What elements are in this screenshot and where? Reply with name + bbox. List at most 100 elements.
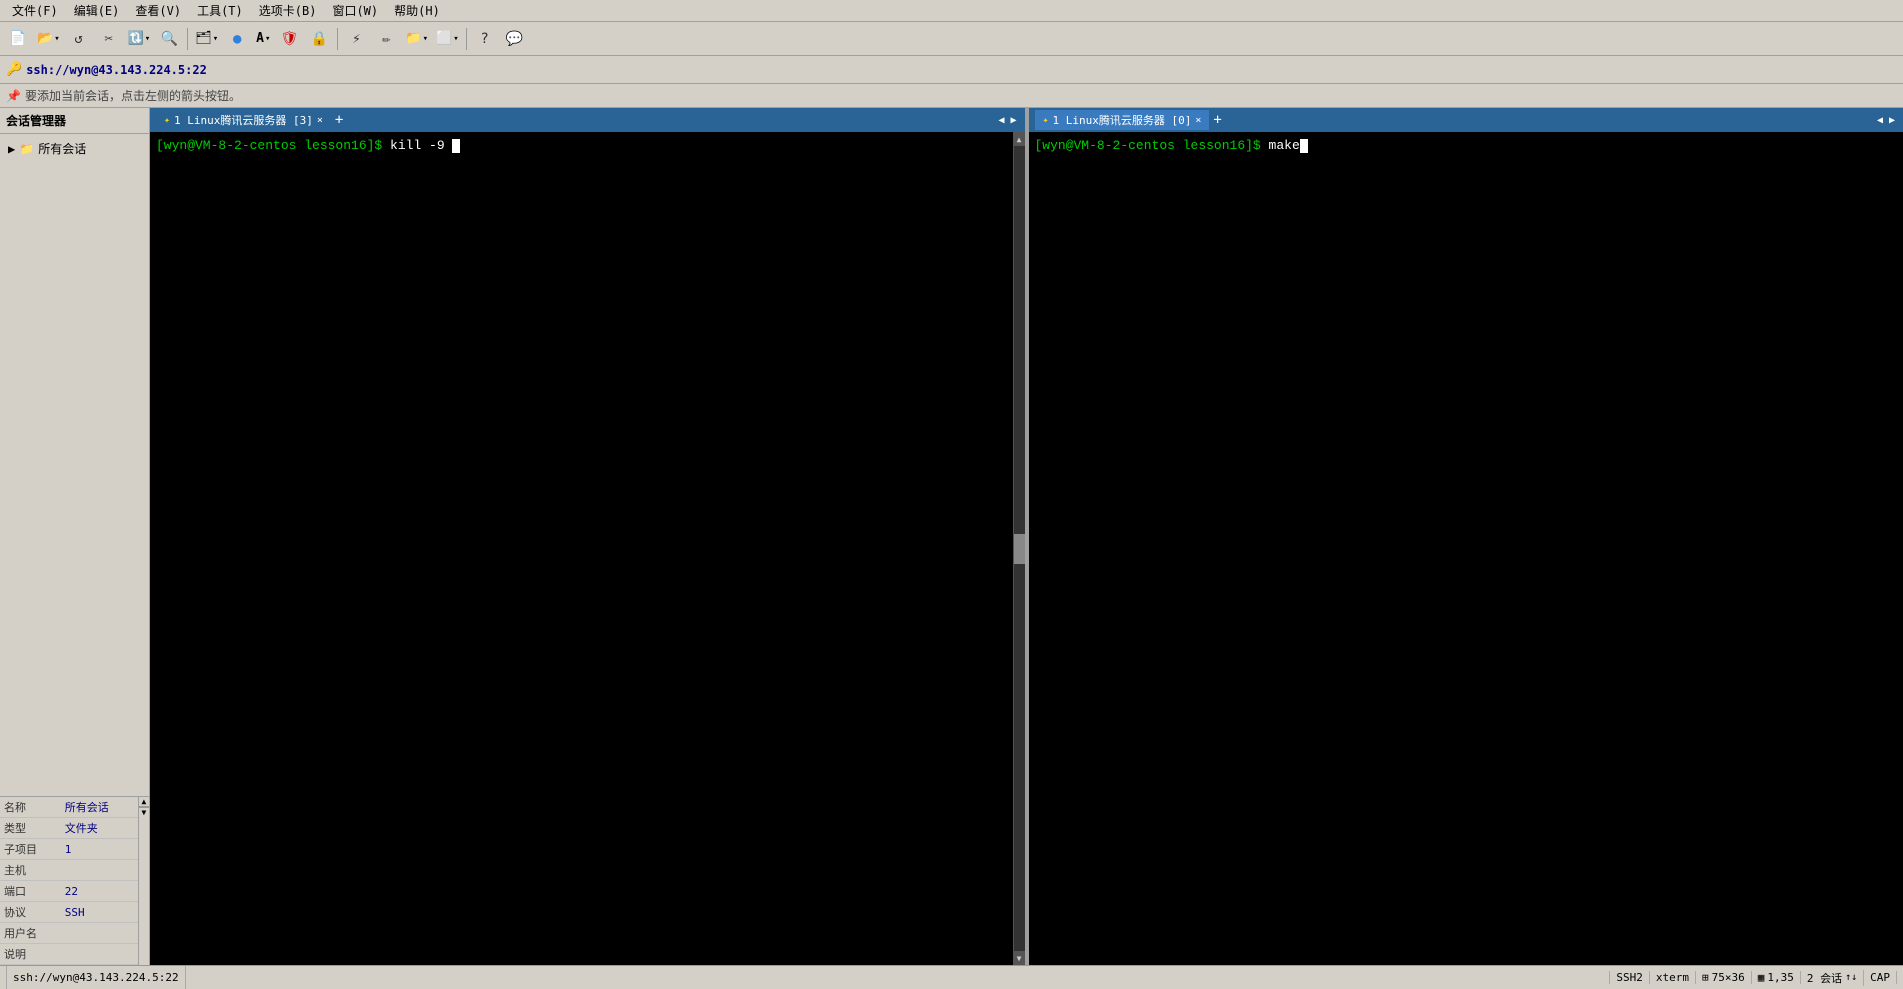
status-cursor-icon: ▦ (1758, 971, 1765, 984)
info-row-host: 主机 (0, 860, 138, 881)
pane-tab-right-next[interactable]: ▶ (1887, 115, 1897, 126)
menu-window[interactable]: 窗口(W) (324, 0, 386, 21)
find-button[interactable]: 🔍 (155, 26, 183, 52)
info-val-desc (61, 944, 138, 965)
pane-tab-left-next[interactable]: ▶ (1008, 115, 1018, 126)
scroll-down-left[interactable]: ▼ (1014, 951, 1025, 965)
help-button[interactable]: ? (471, 26, 499, 52)
macro-button[interactable]: ⚡ (342, 26, 370, 52)
term-command-left: kill -9 (390, 138, 452, 153)
pane-tab-right-label: 1 Linux腾讯云服务器 [0] (1053, 112, 1192, 128)
menu-help[interactable]: 帮助(H) (386, 0, 448, 21)
scroll-up-left[interactable]: ▲ (1014, 132, 1025, 146)
chat-button[interactable]: 💬 (501, 26, 529, 52)
statusbar: ssh://wyn@43.143.224.5:22 SSH2 xterm ⊞ 7… (0, 965, 1903, 989)
status-cursor-text: 1,35 (1767, 971, 1794, 984)
status-sessions[interactable]: 2 会话 ↑↓ (1801, 970, 1864, 986)
info-row-protocol: 协议 SSH (0, 902, 138, 923)
info-key-protocol: 协议 (0, 902, 61, 923)
info-val-name: 所有会话 (61, 797, 138, 818)
separator-3 (466, 28, 467, 50)
pane-tab-right-add[interactable]: + (1209, 112, 1225, 128)
hint-icon: 📌 (6, 89, 21, 103)
info-val-type: 文件夹 (61, 818, 138, 839)
status-cursor[interactable]: ▦ 1,35 (1752, 971, 1801, 984)
pane-tab-right-close[interactable]: × (1195, 115, 1201, 126)
info-key-host: 主机 (0, 860, 61, 881)
pane-tab-right-nav: ◀ ▶ (1875, 115, 1897, 126)
shield-button[interactable]: 🛡 (275, 26, 303, 52)
status-size[interactable]: ⊞ 75×36 (1696, 971, 1752, 984)
terminal-pane-left[interactable]: ✦ 1 Linux腾讯云服务器 [3] × + ◀ ▶ [wyn@VM-8-2-… (150, 108, 1025, 965)
session-manager-dropdown[interactable]: 🗂▾ (192, 26, 221, 52)
info-key-name: 名称 (0, 797, 61, 818)
status-protocol[interactable]: SSH2 (1609, 971, 1650, 984)
info-val-children: 1 (61, 839, 138, 860)
color-button[interactable]: ● (223, 26, 251, 52)
menu-file[interactable]: 文件(F) (4, 0, 66, 21)
pane-tab-left-add[interactable]: + (331, 112, 347, 128)
terminal-scrollbar-left[interactable]: ▲ ▼ (1013, 132, 1025, 965)
info-val-port: 22 (61, 881, 138, 902)
pane-tab-left[interactable]: ✦ 1 Linux腾讯云服务器 [3] × (156, 110, 331, 130)
menu-view[interactable]: 查看(V) (127, 0, 189, 21)
hint-text: 要添加当前会话，点击左侧的箭头按钮。 (25, 87, 241, 104)
info-val-host (61, 860, 138, 881)
term-command-right: make (1269, 138, 1300, 153)
menu-tools[interactable]: 工具(T) (189, 0, 251, 21)
pane-tab-left-close[interactable]: × (317, 115, 323, 126)
folder-open-icon: 📁 (19, 142, 34, 156)
info-key-port: 端口 (0, 881, 61, 902)
lock-button[interactable]: 🔒 (305, 26, 333, 52)
pane-tab-right[interactable]: ✦ 1 Linux腾讯云服务器 [0] × (1035, 110, 1210, 130)
session-tree: ▶ 📁 所有会话 (0, 134, 149, 796)
layout-dropdown[interactable]: ⬜▾ (433, 26, 462, 52)
toolbar: 📄 📂▾ ↺ ✂ 🔃▾ 🔍 🗂▾ ● A▾ 🛡 🔒 ⚡ ✏ 📁▾ ⬜▾ ? 💬 (0, 22, 1903, 56)
terminal-area: ✦ 1 Linux腾讯云服务器 [3] × + ◀ ▶ [wyn@VM-8-2-… (150, 108, 1903, 965)
status-term[interactable]: xterm (1650, 971, 1696, 984)
status-address-text: ssh://wyn@43.143.224.5:22 (13, 971, 179, 984)
status-size-icon: ⊞ (1702, 971, 1709, 984)
info-scrollbar[interactable]: ▲ ▼ (138, 797, 149, 965)
menu-tabs[interactable]: 选项卡(B) (251, 0, 325, 21)
menubar: 文件(F) 编辑(E) 查看(V) 工具(T) 选项卡(B) 窗口(W) 帮助(… (0, 0, 1903, 22)
info-key-type: 类型 (0, 818, 61, 839)
scrollbar-up-btn[interactable]: ▲ (139, 797, 149, 807)
pane-tab-right-star: ✦ (1043, 115, 1049, 126)
pane-tab-left-prev[interactable]: ◀ (996, 115, 1006, 126)
separator-1 (187, 28, 188, 50)
info-key-children: 子项目 (0, 839, 61, 860)
terminal-content-right[interactable]: [wyn@VM-8-2-centos lesson16]$ make (1029, 132, 1903, 965)
sidebar-title: 会话管理器 (0, 108, 149, 134)
folder-dropdown[interactable]: 📁▾ (402, 26, 431, 52)
status-protocol-text: SSH2 (1616, 971, 1643, 984)
info-key-username: 用户名 (0, 923, 61, 944)
main-area: 会话管理器 ▶ 📁 所有会话 名称 所有会话 类型 文件夹 (0, 108, 1903, 965)
reconnect-button[interactable]: ↺ (65, 26, 93, 52)
sidebar-item-all-sessions[interactable]: ▶ 📁 所有会话 (4, 138, 145, 159)
info-key-desc: 说明 (0, 944, 61, 965)
status-sessions-text: 2 会话 (1807, 970, 1842, 986)
open-dropdown[interactable]: 📂▾ (34, 26, 63, 52)
status-term-text: xterm (1656, 971, 1689, 984)
scrollbar-down-btn[interactable]: ▼ (139, 807, 149, 817)
info-row-username: 用户名 (0, 923, 138, 944)
status-right-group: SSH2 xterm ⊞ 75×36 ▦ 1,35 2 会话 ↑↓ CAP (1609, 970, 1897, 986)
sidebar: 会话管理器 ▶ 📁 所有会话 名称 所有会话 类型 文件夹 (0, 108, 150, 965)
disconnect-button[interactable]: ✂ (95, 26, 123, 52)
menu-edit[interactable]: 编辑(E) (66, 0, 128, 21)
font-dropdown[interactable]: A▾ (253, 26, 273, 52)
scroll-thumb-left[interactable] (1014, 534, 1025, 564)
term-prompt-left: [wyn@VM-8-2-centos lesson16]$ (156, 138, 390, 153)
info-val-username (61, 923, 138, 944)
new-session-button[interactable]: 📄 (4, 26, 32, 52)
refresh-dropdown[interactable]: 🔃▾ (125, 26, 154, 52)
info-row-children: 子项目 1 (0, 839, 138, 860)
pane-tabbar-right: ✦ 1 Linux腾讯云服务器 [0] × + ◀ ▶ (1029, 108, 1903, 132)
pane-tab-right-prev[interactable]: ◀ (1875, 115, 1885, 126)
term-cursor-right (1300, 139, 1308, 153)
terminal-pane-right[interactable]: ✦ 1 Linux腾讯云服务器 [0] × + ◀ ▶ [wyn@VM-8-2-… (1025, 108, 1903, 965)
status-cap-text: CAP (1870, 971, 1890, 984)
edit-button[interactable]: ✏ (372, 26, 400, 52)
terminal-content-left[interactable]: [wyn@VM-8-2-centos lesson16]$ kill -9 (150, 132, 1013, 965)
